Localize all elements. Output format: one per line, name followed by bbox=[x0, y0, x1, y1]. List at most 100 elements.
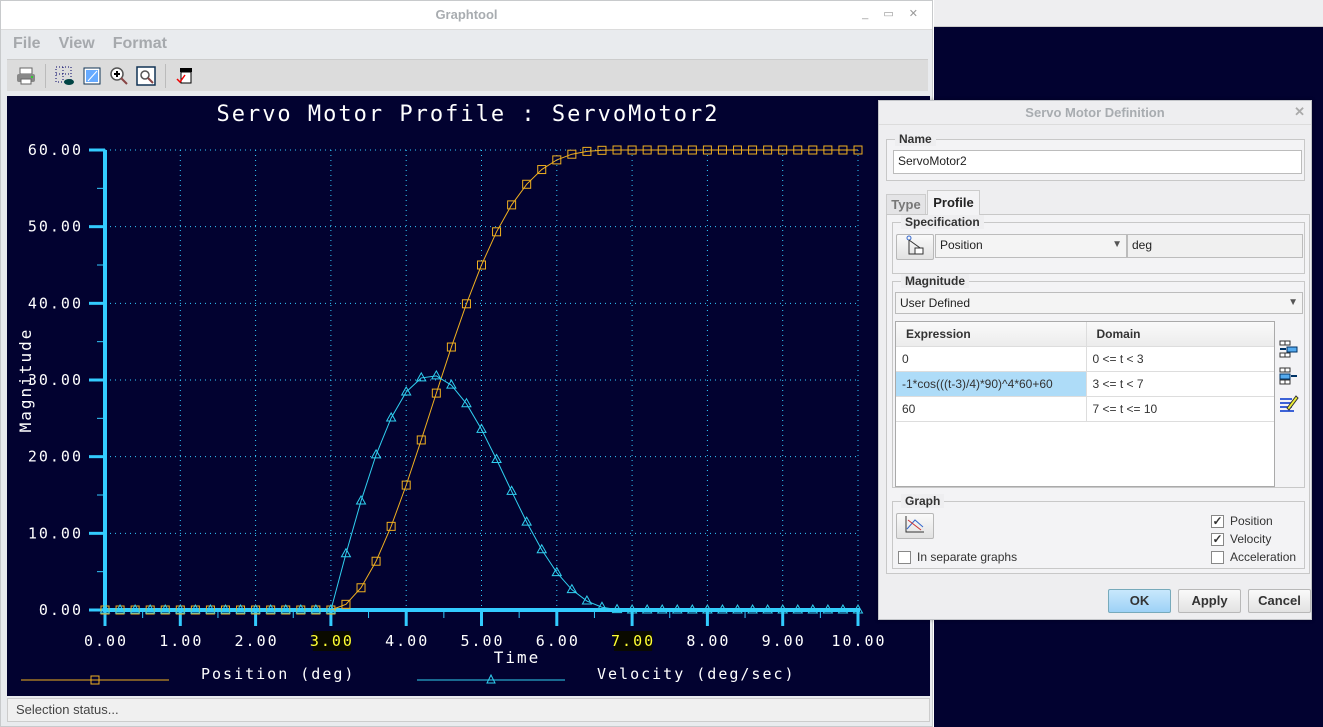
table-row[interactable]: -1*cos(((t-3)/4)*90)^4*60+60 3 <= t < 7 bbox=[896, 371, 1274, 397]
window-controls[interactable]: _ ▭ ✕ bbox=[862, 7, 924, 20]
checkbox-label: Velocity bbox=[1230, 532, 1272, 546]
column-header-expression[interactable]: Expression bbox=[896, 322, 1087, 347]
checkbox-label: Acceleration bbox=[1230, 550, 1297, 564]
insert-row-before-icon[interactable] bbox=[1279, 340, 1299, 358]
expression-cell[interactable]: 60 bbox=[896, 396, 1087, 422]
table-row[interactable]: 00 <= t < 3 bbox=[896, 346, 1274, 372]
y-tick-label: 30.00 bbox=[28, 371, 83, 389]
series-line-1 bbox=[105, 375, 858, 611]
specification-select[interactable]: Position ▼ bbox=[935, 234, 1127, 258]
servo-profile-chart: Servo Motor Profile : ServoMotor2 0.00 1.0… bbox=[16, 102, 886, 685]
background-window-bar bbox=[934, 0, 1323, 27]
expression-cell[interactable]: 0 bbox=[896, 346, 1087, 372]
y-tick-label: 40.00 bbox=[28, 294, 83, 312]
menu-bar: File View Format bbox=[1, 29, 932, 57]
checkbox-label: Position bbox=[1230, 514, 1273, 528]
x-tick-label: 2.00 bbox=[235, 632, 279, 650]
y-tick-label: 50.00 bbox=[28, 218, 83, 236]
graphtool-window: Graphtool _ ▭ ✕ File View Format Servo M… bbox=[0, 0, 933, 727]
position-checkbox[interactable]: ✓ Position bbox=[1211, 514, 1273, 529]
close-icon[interactable]: ✕ bbox=[1294, 104, 1305, 120]
legend-label: Velocity (deg/sec) bbox=[597, 665, 796, 683]
menu-format[interactable]: Format bbox=[113, 35, 167, 53]
x-tick-label: 3.00 bbox=[310, 632, 354, 650]
plot-area: Servo Motor Profile : ServoMotor2 0.00 1.0… bbox=[7, 96, 930, 696]
checkbox[interactable] bbox=[898, 551, 911, 565]
status-bar: Selection status... bbox=[7, 698, 930, 722]
chevron-down-icon: ▼ bbox=[1112, 239, 1122, 250]
name-group: Name ServoMotor2 bbox=[886, 132, 1305, 181]
domain-cell[interactable]: 0 <= t < 3 bbox=[1086, 346, 1274, 372]
velocity-marker bbox=[551, 566, 563, 577]
printer-icon[interactable] bbox=[15, 65, 37, 87]
checkbox[interactable]: ✓ bbox=[1211, 533, 1224, 547]
menu-file[interactable]: File bbox=[13, 35, 41, 53]
x-tick-label: 4.00 bbox=[385, 632, 429, 650]
domain-cell[interactable]: 3 <= t < 7 bbox=[1086, 371, 1274, 397]
table-row[interactable]: 60 7 <= t <= 10 bbox=[896, 396, 1274, 422]
checkbox-label: In separate graphs bbox=[917, 550, 1018, 564]
expression-table: Expression Domain 00 <= t < 3 -1*cos(((t-… bbox=[895, 321, 1275, 487]
velocity-marker bbox=[446, 379, 457, 389]
legend-label: Position (deg) bbox=[201, 665, 355, 683]
toolbar bbox=[7, 59, 928, 91]
edit-icon[interactable] bbox=[81, 65, 103, 87]
y-tick-label: 60.00 bbox=[28, 141, 83, 159]
apply-button[interactable]: Apply bbox=[1178, 589, 1241, 613]
edit-expression-icon[interactable] bbox=[1279, 394, 1299, 412]
x-tick-label: 10.00 bbox=[831, 632, 886, 650]
window-title: Graphtool bbox=[1, 1, 932, 29]
velocity-checkbox[interactable]: ✓ Velocity bbox=[1211, 532, 1272, 547]
y-tick-label: 10.00 bbox=[28, 524, 83, 542]
zoom-in-icon[interactable] bbox=[108, 65, 130, 87]
y-tick-label: 0.00 bbox=[39, 601, 83, 619]
acceleration-checkbox[interactable]: Acceleration bbox=[1211, 550, 1297, 565]
specification-value: Position bbox=[940, 238, 983, 252]
export-icon[interactable] bbox=[174, 65, 196, 87]
graph-group: Graph In separate graphs ✓ Position ✓ Velo… bbox=[892, 494, 1305, 569]
unit-field[interactable]: deg bbox=[1127, 234, 1303, 258]
legend-marker bbox=[486, 673, 496, 684]
menu-view[interactable]: View bbox=[59, 35, 95, 53]
checkbox[interactable]: ✓ bbox=[1211, 515, 1224, 529]
profile-sketch-icon bbox=[906, 235, 924, 255]
view-grid-icon[interactable] bbox=[54, 65, 76, 87]
x-tick-label: 1.00 bbox=[159, 632, 203, 650]
graph-label: Graph bbox=[901, 494, 945, 508]
y-tick-label: 20.00 bbox=[28, 448, 83, 466]
cancel-button[interactable]: Cancel bbox=[1248, 589, 1311, 613]
expression-cell[interactable]: -1*cos(((t-3)/4)*90)^4*60+60 bbox=[896, 371, 1087, 397]
x-axis-label: Time bbox=[494, 648, 541, 667]
y-axis-label: Magnitude bbox=[16, 328, 35, 433]
toolbar-divider bbox=[165, 63, 166, 88]
spec-graph-button[interactable] bbox=[896, 234, 934, 260]
name-label: Name bbox=[895, 132, 936, 146]
velocity-marker bbox=[415, 371, 427, 382]
x-tick-label: 7.00 bbox=[611, 632, 655, 650]
specification-group: Specification Position ▼ deg bbox=[892, 215, 1305, 274]
name-input[interactable]: ServoMotor2 bbox=[893, 150, 1302, 174]
specification-label: Specification bbox=[901, 215, 984, 229]
magnitude-label: Magnitude bbox=[901, 274, 969, 288]
dialog-title: Servo Motor Definition bbox=[879, 101, 1311, 125]
magnitude-group: Magnitude User Defined ▼ Expression Domain… bbox=[892, 274, 1305, 488]
column-header-domain[interactable]: Domain bbox=[1086, 322, 1274, 347]
graph-button[interactable] bbox=[896, 513, 934, 539]
checkbox[interactable] bbox=[1211, 551, 1224, 565]
x-tick-label: 8.00 bbox=[686, 632, 730, 650]
velocity-marker bbox=[385, 411, 397, 422]
zoom-fit-icon[interactable] bbox=[135, 65, 157, 87]
servo-motor-definition-dialog: Servo Motor Definition ✕ Name ServoMotor… bbox=[878, 100, 1312, 620]
tab-profile[interactable]: Profile bbox=[927, 190, 980, 215]
x-tick-label: 9.00 bbox=[762, 632, 806, 650]
domain-cell[interactable]: 7 <= t <= 10 bbox=[1086, 396, 1274, 422]
x-tick-label: 6.00 bbox=[536, 632, 580, 650]
ok-button[interactable]: OK bbox=[1108, 589, 1171, 613]
insert-row-after-icon[interactable] bbox=[1279, 367, 1299, 385]
chevron-down-icon: ▼ bbox=[1288, 297, 1298, 308]
chart-title: Servo Motor Profile : ServoMotor2 bbox=[216, 102, 719, 127]
separate-graphs-checkbox[interactable]: In separate graphs bbox=[898, 550, 1018, 565]
toolbar-divider bbox=[45, 63, 46, 88]
tab-type[interactable]: Type bbox=[886, 194, 926, 214]
magnitude-select[interactable]: User Defined ▼ bbox=[895, 292, 1303, 314]
